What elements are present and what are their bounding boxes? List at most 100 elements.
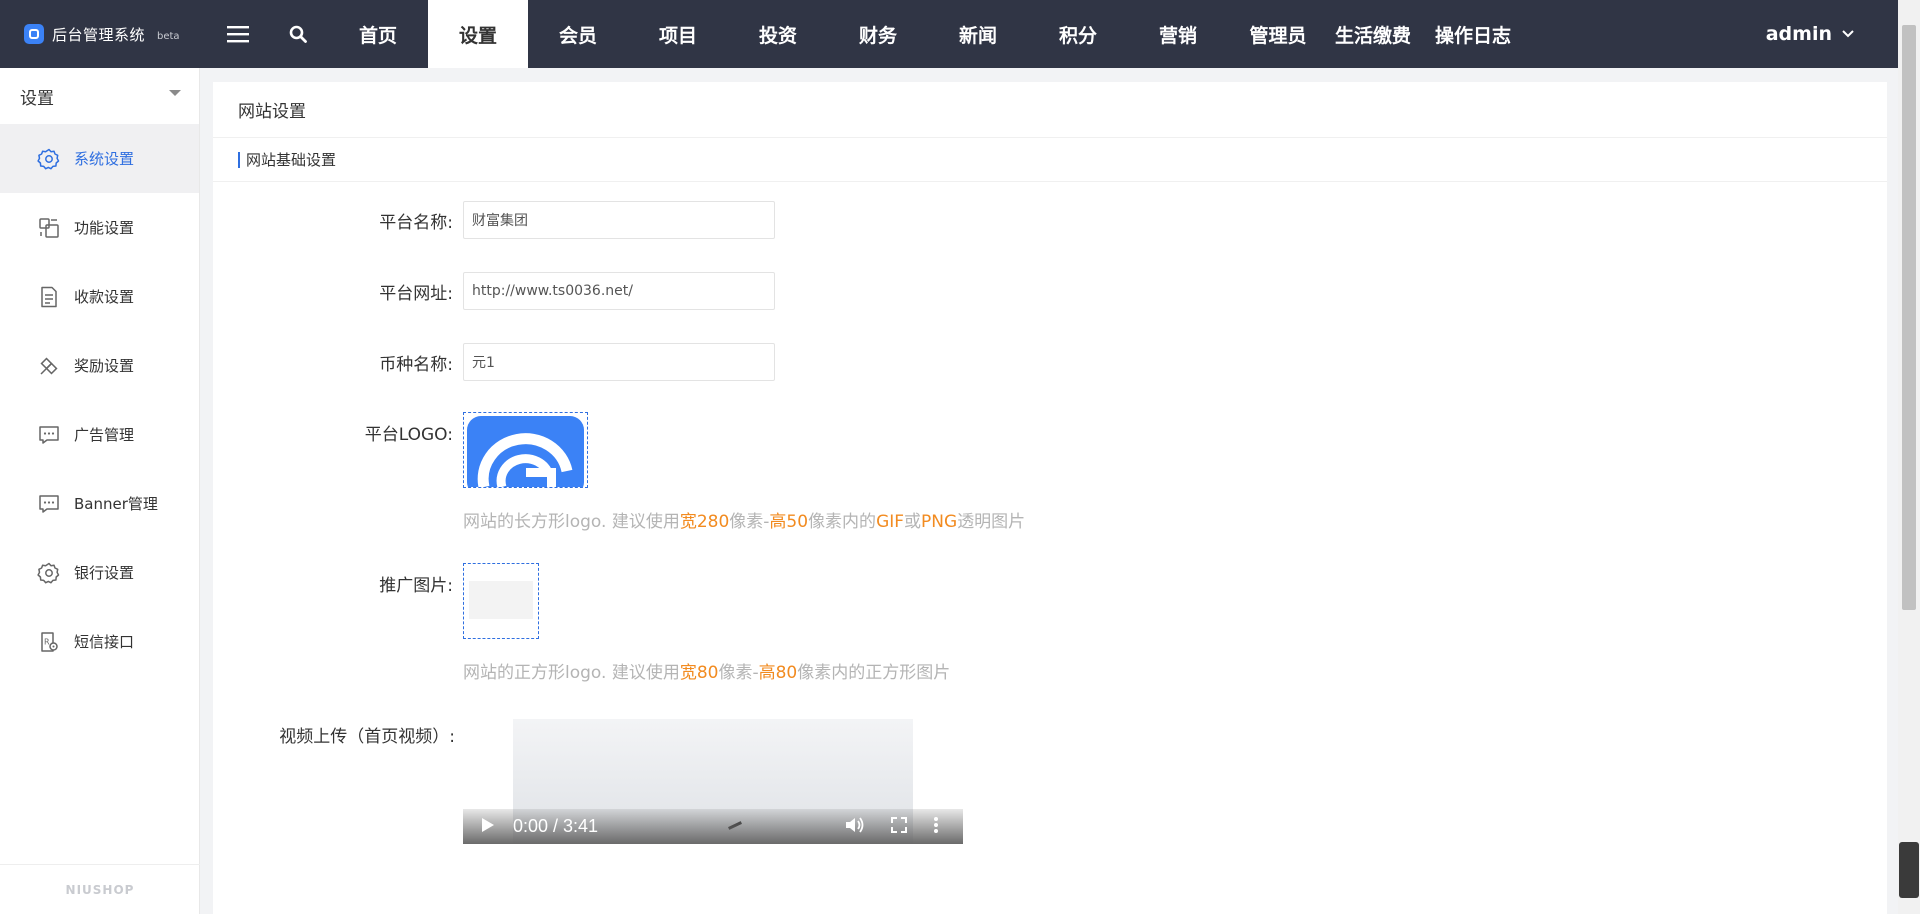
promo-hint-text: 像素内的正方形图片 [797, 663, 951, 683]
gear-icon [36, 146, 62, 172]
promo-image-label: 推广图片: [379, 576, 453, 596]
nav-finance[interactable]: 财务 [828, 0, 928, 68]
promo-image-upload[interactable] [463, 563, 539, 639]
platform-url-input[interactable] [463, 272, 775, 310]
sidebar-item-reward-settings[interactable]: 奖励设置 [0, 331, 199, 400]
chat-icon [36, 491, 62, 517]
sidebar-item-label: 功能设置 [74, 219, 135, 237]
more-vertical-icon [934, 816, 938, 833]
brand-name: 后台管理系统 [52, 25, 146, 44]
search-button[interactable] [268, 0, 328, 68]
top-navigation-bar: 后台管理系统 beta 首页 设置 会员 项目 投资 财务 新闻 积分 营销 管… [0, 0, 1898, 68]
platform-url-label: 平台网址: [379, 284, 453, 304]
function-icon [36, 215, 62, 241]
main-nav: 首页 设置 会员 项目 投资 财务 新闻 积分 营销 管理员 生活缴费 操作日志 [328, 0, 1518, 68]
gear-icon [36, 560, 62, 586]
logo-hint-format-gif: GIF [876, 512, 905, 532]
nav-settings[interactable]: 设置 [428, 0, 528, 68]
chevron-down-icon [1842, 30, 1854, 38]
video-controls: 0:00 / 3:41 [463, 809, 963, 844]
gift-icon [36, 353, 62, 379]
logo-label: 平台LOGO: [364, 425, 453, 445]
brand: 后台管理系统 beta [0, 0, 208, 68]
sidebar-item-label: 广告管理 [74, 426, 135, 444]
more-options-button[interactable] [933, 816, 939, 838]
logo-hint-text: 像素- [729, 512, 770, 532]
sidebar-item-payment-settings[interactable]: 收款设置 [0, 262, 199, 331]
volume-icon [846, 816, 864, 833]
promo-hint-text: 像素- [718, 663, 759, 683]
floating-toolbar-handle[interactable] [1899, 842, 1919, 898]
logo-upload[interactable] [463, 412, 588, 496]
video-player[interactable]: 0:00 / 3:41 [463, 719, 963, 844]
sidebar-item-system-settings[interactable]: 系统设置 [0, 124, 199, 193]
user-menu[interactable]: admin [1766, 0, 1854, 68]
sidebar-title: 设置 [20, 88, 54, 109]
logo-hint-height: 高50 [769, 512, 809, 532]
svg-text:R: R [44, 637, 50, 646]
promo-hint-text: 网站的正方形logo. 建议使用 [463, 663, 680, 683]
page-scrollbar[interactable] [1898, 0, 1920, 914]
video-time: 0:00 / 3:41 [513, 816, 599, 836]
play-icon [482, 817, 494, 832]
sidebar-item-ad-management[interactable]: 广告管理 [0, 400, 199, 469]
sidebar-item-label: 银行设置 [74, 564, 135, 582]
logo-hint-text: 网站的长方形logo. 建议使用 [463, 512, 680, 532]
nav-admins[interactable]: 管理员 [1228, 0, 1328, 68]
platform-logo-image [467, 416, 584, 496]
sidebar: 设置 系统设置 功能设置 收款设置 奖励设置 广告管理 Banner管理 银行设… [0, 68, 200, 914]
video-upload-label: 视频上传（首页视频）: [279, 727, 455, 747]
nav-news[interactable]: 新闻 [928, 0, 1028, 68]
menu-toggle-button[interactable] [208, 0, 268, 68]
nav-home[interactable]: 首页 [328, 0, 428, 68]
section-title: 网站基础设置 [246, 151, 337, 169]
scrollbar-thumb[interactable] [1902, 25, 1916, 610]
sidebar-item-banner-management[interactable]: Banner管理 [0, 469, 199, 538]
page-title: 网站设置 [213, 82, 1887, 138]
sidebar-footer-logo: NIUSHOP [0, 864, 200, 914]
promo-image-hint: 网站的正方形logo. 建议使用宽80像素-高80像素内的正方形图片 [463, 658, 950, 683]
document-icon [36, 284, 62, 310]
sidebar-item-bank-settings[interactable]: 银行设置 [0, 538, 199, 607]
platform-name-label: 平台名称: [379, 213, 453, 233]
nav-investment[interactable]: 投资 [728, 0, 828, 68]
fullscreen-icon [891, 816, 907, 833]
logo-hint-text: 像素内的 [808, 512, 877, 532]
brand-beta-tag: beta [157, 30, 180, 42]
hamburger-menu-icon [227, 26, 249, 43]
chat-icon [36, 422, 62, 448]
sidebar-item-label: Banner管理 [74, 495, 158, 513]
brand-logo-icon [24, 24, 44, 44]
nav-operation-log[interactable]: 操作日志 [1428, 0, 1518, 68]
logo-hint-format-png: PNG [921, 512, 958, 532]
caret-down-icon [169, 90, 181, 96]
logo-hint-text: 或 [904, 512, 922, 532]
promo-image-placeholder [469, 581, 533, 619]
logo-hint: 网站的长方形logo. 建议使用宽280像素-高50像素内的GIF或PNG透明图… [463, 507, 1025, 532]
currency-name-input[interactable] [463, 343, 775, 381]
user-name: admin [1765, 23, 1832, 45]
sidebar-item-function-settings[interactable]: 功能设置 [0, 193, 199, 262]
section-header: 网站基础设置 [213, 138, 1887, 182]
logo-hint-text: 透明图片 [957, 512, 1026, 532]
nav-projects[interactable]: 项目 [628, 0, 728, 68]
fullscreen-button[interactable] [891, 816, 907, 837]
promo-hint-height: 高80 [758, 663, 798, 683]
nav-points[interactable]: 积分 [1028, 0, 1128, 68]
nav-marketing[interactable]: 营销 [1128, 0, 1228, 68]
currency-name-label: 币种名称: [379, 355, 453, 375]
sidebar-item-sms-interface[interactable]: R 短信接口 [0, 607, 199, 676]
sms-icon: R [36, 629, 62, 655]
nav-members[interactable]: 会员 [528, 0, 628, 68]
sidebar-item-label: 奖励设置 [74, 357, 135, 375]
search-icon [289, 25, 307, 43]
main-content: 网站设置 网站基础设置 平台名称: 平台网址: 币种名称: 平台LOGO: 网站… [213, 82, 1887, 914]
volume-button[interactable] [845, 816, 865, 838]
platform-name-input[interactable] [463, 201, 775, 239]
sidebar-item-label: 系统设置 [74, 150, 135, 168]
nav-life-payment[interactable]: 生活缴费 [1328, 0, 1418, 68]
sidebar-header[interactable]: 设置 [0, 68, 199, 124]
promo-hint-width: 宽80 [679, 663, 719, 683]
logo-hint-width: 宽280 [679, 512, 730, 532]
play-button[interactable] [481, 817, 513, 837]
